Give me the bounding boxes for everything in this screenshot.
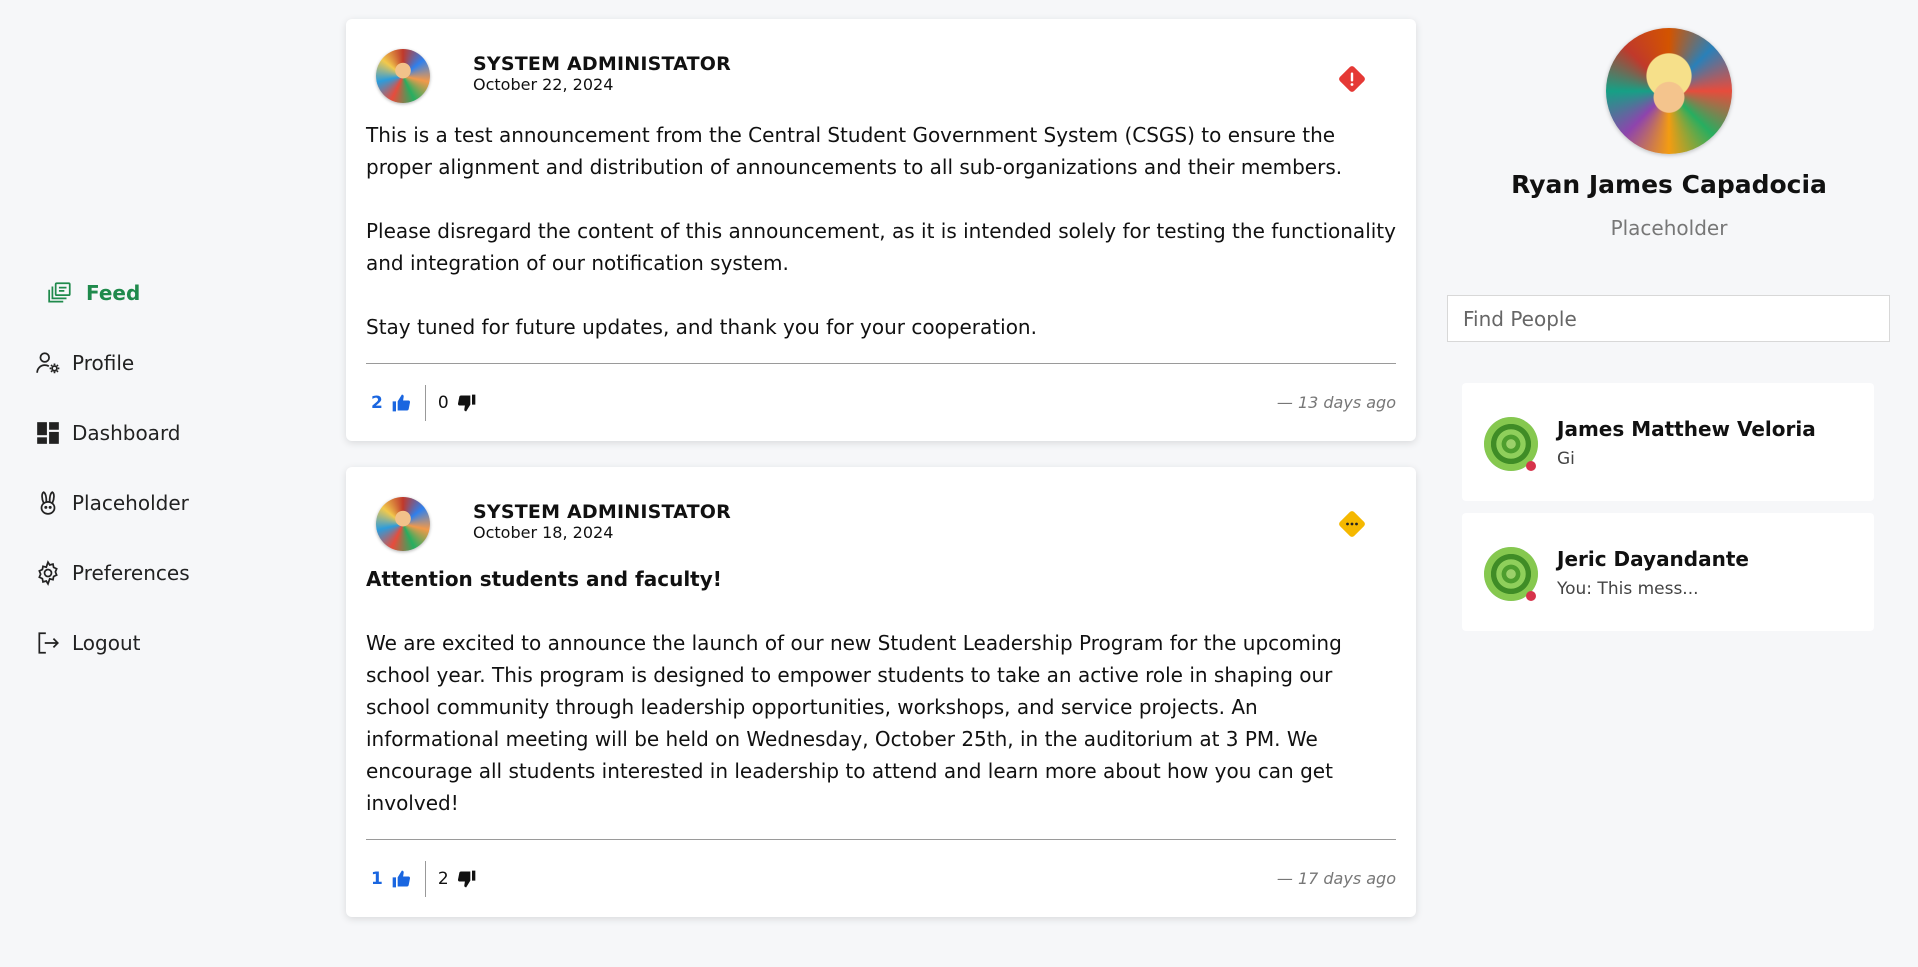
profile-name: Ryan James Capadocia bbox=[1511, 170, 1827, 199]
profile-role: Placeholder bbox=[1610, 216, 1728, 240]
profile-avatar[interactable] bbox=[1606, 28, 1732, 154]
post-header: SYSTEM ADMINISTATOR October 18, 2024 bbox=[366, 467, 1396, 563]
nav-item-placeholder[interactable]: Placeholder bbox=[34, 468, 294, 538]
post-body: This is a test announcement from the Cen… bbox=[366, 119, 1396, 363]
last-message: You: This mess... bbox=[1557, 579, 1699, 599]
bunny-icon bbox=[34, 489, 62, 517]
nav-label-dashboard: Dashboard bbox=[72, 421, 181, 445]
dashboard-icon bbox=[34, 419, 62, 447]
sidebar-nav: Feed Profile Dashboard Placeholder Prefe… bbox=[34, 258, 294, 678]
dislike-count: 2 bbox=[437, 868, 449, 889]
post-paragraph: Stay tuned for future updates, and thank… bbox=[366, 315, 1037, 339]
nav-label-logout: Logout bbox=[72, 631, 141, 655]
post-paragraph: This is a test announcement from the Cen… bbox=[366, 123, 1343, 179]
reaction-divider bbox=[424, 860, 426, 897]
nav-label-placeholder: Placeholder bbox=[72, 491, 189, 515]
logout-icon bbox=[34, 629, 62, 657]
post-paragraph: We are excited to announce the launch of… bbox=[366, 631, 1342, 815]
thumbs-down-icon[interactable] bbox=[457, 393, 477, 413]
post-date: October 22, 2024 bbox=[473, 75, 614, 94]
thumbs-up-icon[interactable] bbox=[391, 393, 411, 413]
chat-item[interactable]: Jeric Dayandante You: This mess... bbox=[1462, 513, 1874, 631]
reactions: 2 0 bbox=[366, 384, 477, 421]
announcement-card: SYSTEM ADMINISTATOR October 22, 2024 Thi… bbox=[346, 19, 1416, 441]
nav-label-profile: Profile bbox=[72, 351, 135, 375]
contact-name: Jeric Dayandante bbox=[1557, 547, 1749, 571]
post-author: SYSTEM ADMINISTATOR bbox=[473, 53, 731, 75]
thumbs-down-icon[interactable] bbox=[457, 869, 477, 889]
post-author: SYSTEM ADMINISTATOR bbox=[473, 501, 731, 523]
author-avatar[interactable] bbox=[376, 497, 430, 551]
post-header: SYSTEM ADMINISTATOR October 22, 2024 bbox=[366, 19, 1396, 119]
post-footer: 2 0 — 13 days ago bbox=[366, 363, 1396, 441]
last-message: Gi bbox=[1557, 449, 1575, 469]
nav-label-feed: Feed bbox=[86, 281, 141, 305]
reactions: 1 2 bbox=[366, 860, 477, 897]
status-dot bbox=[1526, 591, 1536, 601]
find-people-input[interactable] bbox=[1447, 295, 1890, 342]
nav-item-feed[interactable]: Feed bbox=[34, 258, 294, 328]
nav-item-profile[interactable]: Profile bbox=[34, 328, 294, 398]
reaction-divider bbox=[424, 384, 426, 421]
like-count: 2 bbox=[371, 392, 383, 413]
nav-item-preferences[interactable]: Preferences bbox=[34, 538, 294, 608]
nav-item-dashboard[interactable]: Dashboard bbox=[34, 398, 294, 468]
more-icon bbox=[1339, 511, 1365, 537]
post-time-ago: — 13 days ago bbox=[1276, 393, 1396, 412]
dislike-count: 0 bbox=[437, 392, 449, 413]
post-footer: 1 2 — 17 days ago bbox=[366, 839, 1396, 917]
contact-name: James Matthew Veloria bbox=[1557, 417, 1816, 441]
post-heading: Attention students and faculty! bbox=[366, 567, 722, 591]
post-paragraph: Please disregard the content of this ann… bbox=[366, 219, 1396, 275]
post-time-ago: — 17 days ago bbox=[1276, 869, 1396, 888]
post-date: October 18, 2024 bbox=[473, 523, 614, 542]
chat-item[interactable]: James Matthew Veloria Gi bbox=[1462, 383, 1874, 501]
nav-label-preferences: Preferences bbox=[72, 561, 190, 585]
announcement-card: SYSTEM ADMINISTATOR October 18, 2024 Att… bbox=[346, 467, 1416, 917]
status-dot bbox=[1526, 461, 1536, 471]
post-body: Attention students and faculty! We are e… bbox=[366, 563, 1396, 839]
gear-icon bbox=[34, 559, 62, 587]
alert-icon bbox=[1339, 66, 1365, 92]
user-gear-icon bbox=[34, 349, 62, 377]
like-count: 1 bbox=[371, 868, 383, 889]
author-avatar[interactable] bbox=[376, 49, 430, 103]
feed-icon bbox=[46, 279, 74, 307]
nav-item-logout[interactable]: Logout bbox=[34, 608, 294, 678]
thumbs-up-icon[interactable] bbox=[391, 869, 411, 889]
